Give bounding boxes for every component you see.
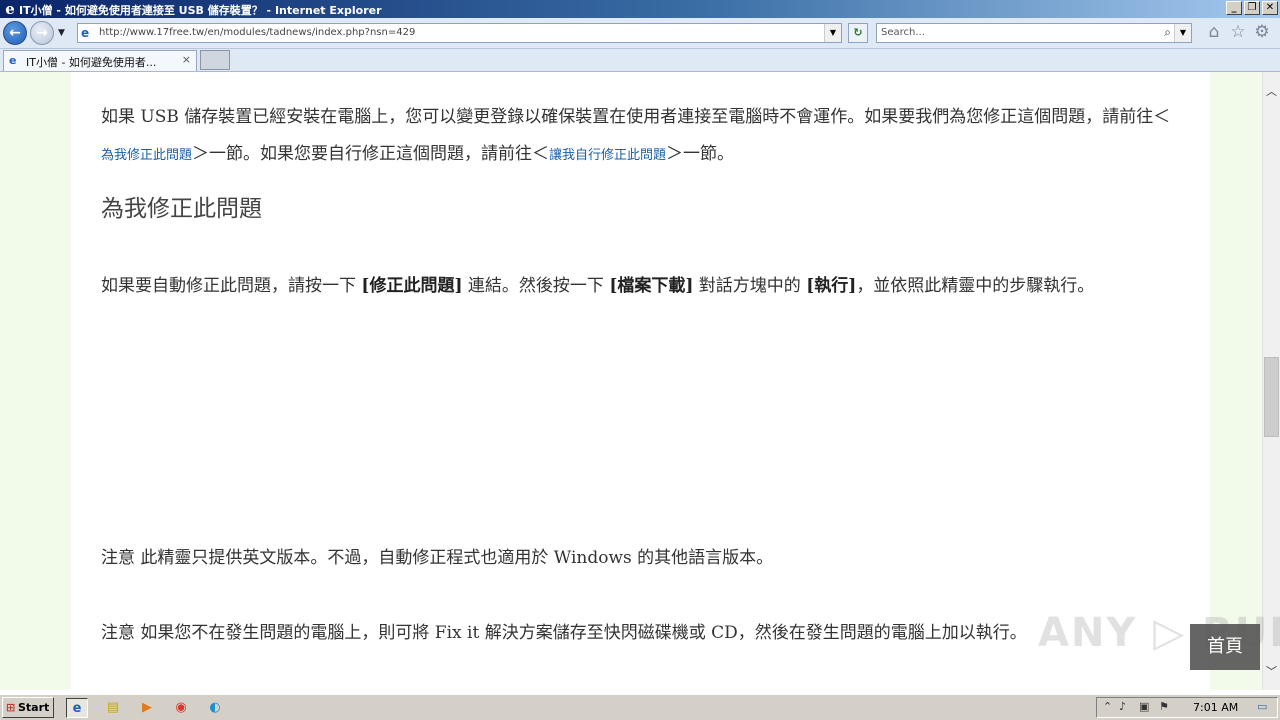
intro-text-1: 如果 USB 儲存裝置已經安裝在電腦上，您可以變更登錄以確保裝置在使用者連接至電… [101,107,1171,127]
home-page-button[interactable]: 首頁 [1190,624,1260,670]
tools-gear-icon[interactable]: ⚙ [1252,22,1272,42]
scroll-down-arrow-icon[interactable]: ﹀ [1263,664,1280,680]
fix-it-for-me-link[interactable]: 為我修正此問題 [101,148,192,163]
search-icon[interactable]: ⌕ [1164,25,1171,40]
new-tab-button[interactable] [200,50,230,70]
instructions-text-3: 對話方塊中的 [693,276,807,296]
window-title: IT小僧 - 如何避免使用者連接至 USB 儲存裝置？ - Internet E… [19,4,382,17]
intro-text-2: ＞一節。如果您要自行修正這個問題，請前往＜ [192,144,550,164]
favorites-star-icon[interactable]: ☆ [1228,22,1248,42]
edge-icon[interactable]: ◐ [204,698,226,718]
internet-explorer-taskbar-icon[interactable]: e [66,698,88,718]
system-tray: ⌃ ♪ ▣ ⚑ 7:01 AM ▭ [1096,697,1278,718]
back-button[interactable]: ← [3,21,27,45]
instructions-text-1: 如果要自動修正此問題，請按一下 [101,276,362,296]
network-icon[interactable]: ▣ [1139,700,1149,713]
intro-paragraph: 如果 USB 儲存裝置已經安裝在電腦上，您可以變更登錄以確保裝置在使用者連接至電… [101,99,1171,174]
let-me-fix-it-myself-link[interactable]: 讓我自行修正此問題 [549,148,666,163]
note-flash-drive: 注意 如果您不在發生問題的電腦上，則可將 Fix it 解決方案儲存至快閃磁碟機… [101,623,1027,643]
article-content: 如果 USB 儲存裝置已經安裝在電腦上，您可以變更登錄以確保裝置在使用者連接至電… [71,72,1210,690]
tab-label[interactable]: IT小僧 - 如何避免使用者... [26,54,176,70]
restore-button[interactable]: ❐ [1244,1,1260,15]
address-dropdown-icon[interactable]: ▼ [824,24,841,42]
show-hidden-icons-icon[interactable]: ⌃ [1103,700,1112,713]
intro-text-3: ＞一節。 [666,144,735,164]
tab-close-icon[interactable]: × [182,53,191,66]
file-download-label: [檔案下載] [609,276,694,296]
instructions-text-4: ，並依照此精靈中的步驟執行。 [856,276,1095,296]
window-title-bar: e IT小僧 - 如何避免使用者連接至 USB 儲存裝置？ - Internet… [0,0,1280,18]
file-explorer-icon[interactable]: ▤ [102,698,124,718]
vertical-scrollbar[interactable]: ︿ ﹀ [1262,72,1280,690]
run-label: [執行] [806,276,857,296]
forward-button[interactable]: → [30,21,54,45]
minimize-button[interactable]: _ [1226,1,1242,15]
search-input[interactable]: Search... [881,27,925,38]
fix-this-problem-label: [修正此問題] [361,276,463,296]
search-box[interactable]: Search... ⌕ ▼ [876,23,1192,43]
tab-favicon-icon: e [9,54,17,67]
address-bar[interactable]: e http://www.17free.tw/en/modules/tadnew… [77,23,842,43]
volume-icon[interactable]: ♪ [1119,700,1126,713]
start-label: Start [18,701,50,714]
action-center-flag-icon[interactable]: ⚑ [1159,700,1169,713]
show-desktop-icon[interactable]: ▭ [1257,700,1267,713]
refresh-button[interactable]: ↻ [848,23,868,43]
search-dropdown-icon[interactable]: ▼ [1174,24,1191,42]
start-button[interactable]: ⊞ Start [2,697,54,718]
close-button[interactable]: ✕ [1262,1,1278,15]
address-url[interactable]: http://www.17free.tw/en/modules/tadnews/… [99,27,415,38]
scrollbar-thumb[interactable] [1264,357,1279,437]
home-icon[interactable]: ⌂ [1204,22,1224,42]
windows-flag-icon: ⊞ [6,701,16,714]
page-viewport: 如果 USB 儲存裝置已經安裝在電腦上，您可以變更登錄以確保裝置在使用者連接至電… [0,72,1262,690]
tab-bar: e IT小僧 - 如何避免使用者... × [0,49,1280,72]
media-player-icon[interactable]: ▶ [136,698,158,718]
taskbar: ⊞ Start e ▤ ▶ ◉ ◐ ⌃ ♪ ▣ ⚑ 7:01 AM ▭ [0,694,1280,720]
scroll-up-arrow-icon[interactable]: ︿ [1263,84,1280,100]
recent-pages-dropdown-icon[interactable]: ▼ [58,28,65,38]
navigation-bar: ← → ▼ e http://www.17free.tw/en/modules/… [0,18,1280,49]
tab-current-page[interactable]: e IT小僧 - 如何避免使用者... × [3,50,197,71]
instructions-text-2: 連結。然後按一下 [462,276,610,296]
chrome-icon[interactable]: ◉ [170,698,192,718]
internet-explorer-icon: e [5,0,15,18]
section-heading: 為我修正此問題 [101,196,262,222]
clock[interactable]: 7:01 AM [1193,701,1238,714]
fix-instructions-paragraph: 如果要自動修正此問題，請按一下 [修正此問題] 連結。然後按一下 [檔案下載] … [101,268,1201,305]
note-english-only: 注意 此精靈只提供英文版本。不過，自動修正程式也適用於 Windows 的其他語… [101,548,774,568]
page-favicon-icon: e [81,26,90,40]
